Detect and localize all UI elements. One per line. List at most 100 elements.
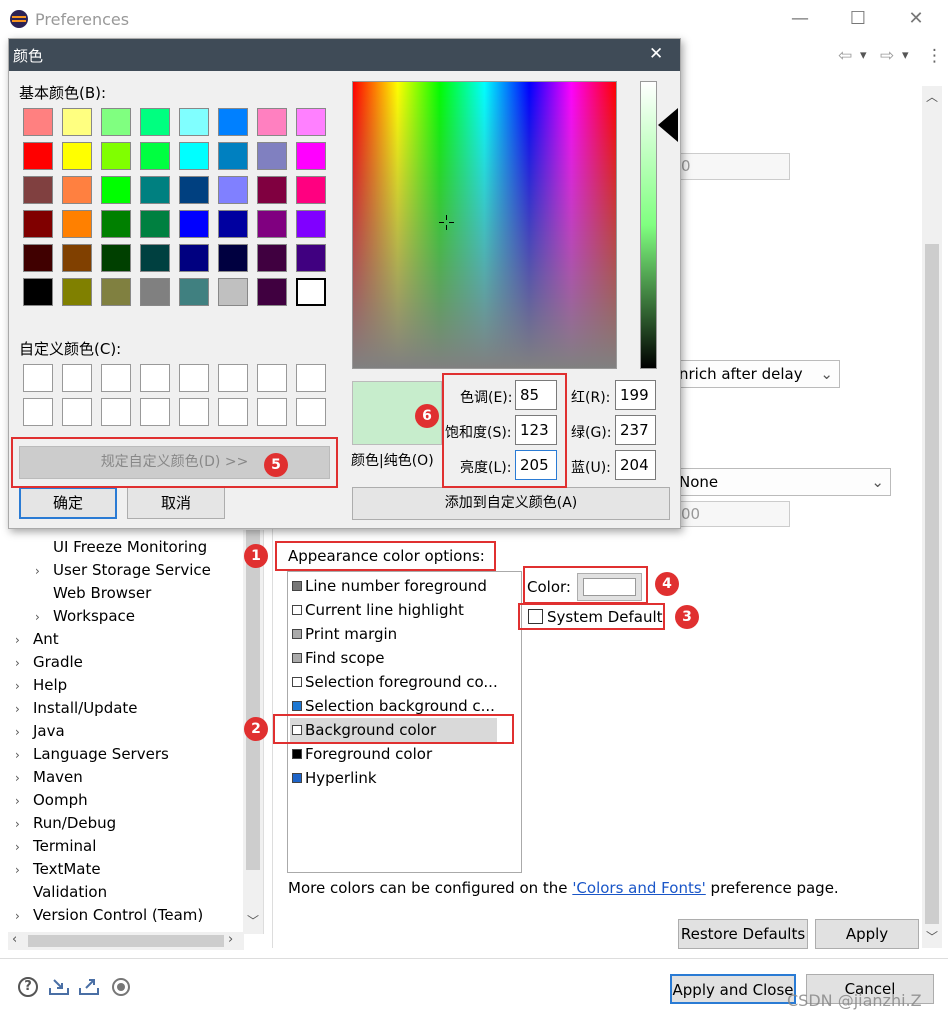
basic-color-swatch[interactable] <box>218 176 248 204</box>
tree-item-terminal[interactable]: › Terminal <box>15 837 96 855</box>
basic-color-swatch[interactable] <box>23 278 53 306</box>
chevron-right-icon[interactable]: › <box>15 679 29 693</box>
forward-dropdown-icon[interactable]: ▾ <box>902 48 909 63</box>
ok-button[interactable]: 确定 <box>19 487 117 519</box>
tree-item-oomph[interactable]: › Oomph <box>15 791 88 809</box>
custom-color-swatch[interactable] <box>257 364 287 392</box>
import-icon[interactable] <box>48 978 70 996</box>
custom-color-swatch[interactable] <box>140 364 170 392</box>
custom-color-swatch[interactable] <box>62 398 92 426</box>
restore-defaults-button[interactable]: Restore Defaults <box>678 919 808 949</box>
basic-color-swatch[interactable] <box>218 108 248 136</box>
basic-color-swatch[interactable] <box>257 176 287 204</box>
chevron-right-icon[interactable]: › <box>15 840 29 854</box>
green-input[interactable]: 237 <box>615 415 656 445</box>
back-dropdown-icon[interactable]: ▾ <box>860 48 867 63</box>
custom-color-swatch[interactable] <box>23 364 53 392</box>
basic-color-swatch[interactable] <box>140 176 170 204</box>
basic-color-swatch[interactable] <box>101 142 131 170</box>
dialog-cancel-button[interactable]: 取消 <box>127 487 225 519</box>
basic-color-swatch[interactable] <box>296 278 326 306</box>
basic-color-swatch[interactable] <box>296 108 326 136</box>
basic-color-swatch[interactable] <box>257 142 287 170</box>
basic-color-swatch[interactable] <box>218 278 248 306</box>
crosshair-icon[interactable] <box>439 215 454 230</box>
none-select[interactable]: None ⌄ <box>676 468 891 496</box>
basic-color-swatch[interactable] <box>62 210 92 238</box>
view-menu-icon[interactable]: ⋮ <box>926 46 943 66</box>
tree-horizontal-scrollbar[interactable]: ‹ › <box>8 932 244 950</box>
custom-color-swatch[interactable] <box>218 398 248 426</box>
color-list-item[interactable]: Selection foreground co... <box>292 673 498 691</box>
basic-color-swatch[interactable] <box>179 210 209 238</box>
forward-arrow-icon[interactable]: ⇨ <box>880 46 894 66</box>
basic-color-swatch[interactable] <box>23 108 53 136</box>
minimize-button[interactable]: — <box>788 8 812 30</box>
colors-fonts-link[interactable]: 'Colors and Fonts' <box>572 879 705 897</box>
blue-input[interactable]: 204 <box>615 450 656 480</box>
tree-item-web-browser[interactable]: Web Browser <box>53 584 151 602</box>
luminance-pointer-icon[interactable] <box>658 108 678 142</box>
tree-item-java[interactable]: › Java <box>15 722 65 740</box>
text-field-1[interactable]: 0 <box>676 153 790 180</box>
custom-color-swatch[interactable] <box>257 398 287 426</box>
basic-color-swatch[interactable] <box>140 108 170 136</box>
basic-color-swatch[interactable] <box>101 210 131 238</box>
basic-color-swatch[interactable] <box>140 210 170 238</box>
basic-color-swatch[interactable] <box>179 244 209 272</box>
color-list-item[interactable]: Hyperlink <box>292 769 377 787</box>
vertical-scrollbar[interactable]: ︿ ﹀ <box>922 86 942 948</box>
basic-color-swatch[interactable] <box>179 176 209 204</box>
color-list-item[interactable]: Foreground color <box>292 745 432 763</box>
back-arrow-icon[interactable]: ⇦ <box>838 46 852 66</box>
red-input[interactable]: 199 <box>615 380 656 410</box>
color-list-item[interactable]: Find scope <box>292 649 385 667</box>
basic-color-swatch[interactable] <box>257 278 287 306</box>
chevron-right-icon[interactable]: › <box>15 771 29 785</box>
basic-color-swatch[interactable] <box>140 142 170 170</box>
tree-scrollbar-thumb[interactable] <box>246 530 260 870</box>
close-button[interactable]: ✕ <box>904 8 928 30</box>
tree-item-validation[interactable]: Validation <box>15 883 107 901</box>
basic-color-swatch[interactable] <box>179 278 209 306</box>
custom-color-swatch[interactable] <box>62 364 92 392</box>
tree-item-version-control-team-[interactable]: › Version Control (Team) <box>15 906 203 924</box>
basic-color-swatch[interactable] <box>296 244 326 272</box>
chevron-right-icon[interactable]: › <box>15 863 29 877</box>
color-list-item[interactable]: Line number foreground <box>292 577 487 595</box>
basic-color-swatch[interactable] <box>101 176 131 204</box>
basic-color-swatch[interactable] <box>296 210 326 238</box>
tree-item-run-debug[interactable]: › Run/Debug <box>15 814 116 832</box>
custom-color-swatch[interactable] <box>101 398 131 426</box>
text-field-2[interactable]: 00 <box>676 501 790 527</box>
color-dialog-close-button[interactable]: ✕ <box>649 44 663 64</box>
basic-color-swatch[interactable] <box>101 108 131 136</box>
basic-color-swatch[interactable] <box>218 142 248 170</box>
tree-item-user-storage[interactable]: › User Storage Service <box>35 561 211 579</box>
hover-select[interactable]: nrich after delay ⌄ <box>676 360 840 388</box>
basic-color-swatch[interactable] <box>296 142 326 170</box>
custom-color-swatch[interactable] <box>296 398 326 426</box>
chevron-right-icon[interactable]: › <box>15 794 29 808</box>
basic-color-swatch[interactable] <box>218 244 248 272</box>
scrollbar-thumb[interactable] <box>925 244 939 924</box>
chevron-right-icon[interactable]: › <box>15 748 29 762</box>
basic-color-swatch[interactable] <box>62 176 92 204</box>
tree-item-help[interactable]: › Help <box>15 676 67 694</box>
help-icon[interactable]: ? <box>18 977 38 997</box>
basic-color-swatch[interactable] <box>140 278 170 306</box>
tree-item-language-servers[interactable]: › Language Servers <box>15 745 169 763</box>
custom-color-swatch[interactable] <box>296 364 326 392</box>
basic-color-swatch[interactable] <box>257 210 287 238</box>
tree-item-ui-freeze[interactable]: UI Freeze Monitoring <box>53 538 207 556</box>
color-spectrum[interactable] <box>352 81 617 369</box>
basic-color-swatch[interactable] <box>62 278 92 306</box>
basic-color-swatch[interactable] <box>62 142 92 170</box>
basic-color-swatch[interactable] <box>23 210 53 238</box>
color-list-item[interactable]: Current line highlight <box>292 601 464 619</box>
basic-color-swatch[interactable] <box>23 142 53 170</box>
basic-color-swatch[interactable] <box>62 108 92 136</box>
tree-item-textmate[interactable]: › TextMate <box>15 860 101 878</box>
basic-color-swatch[interactable] <box>101 244 131 272</box>
basic-color-swatch[interactable] <box>179 108 209 136</box>
